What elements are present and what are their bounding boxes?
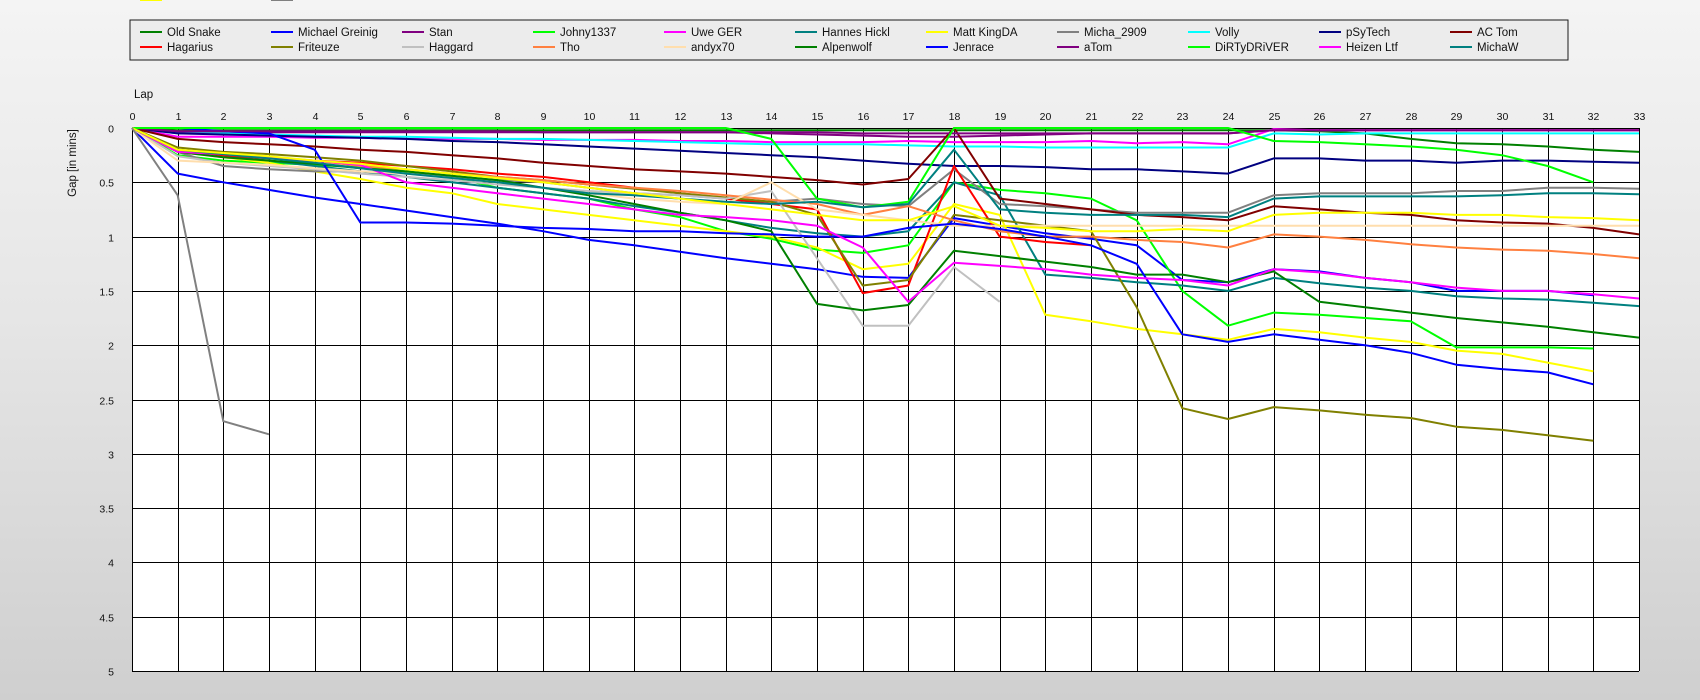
- x-tick-label: 7: [450, 111, 456, 123]
- y-tick-label: 3: [108, 450, 114, 462]
- x-tick-label: 10: [584, 111, 596, 123]
- legend-label-haggard: Haggard: [429, 42, 473, 54]
- x-axis-title: Lap: [134, 89, 153, 101]
- x-tick-label: 20: [1040, 111, 1052, 123]
- y-tick-label: 5: [108, 667, 114, 679]
- x-tick-label: 17: [903, 111, 915, 123]
- x-tick-label: 21: [1086, 111, 1098, 123]
- legend-label-matt-kingda: Matt KingDA: [953, 27, 1018, 39]
- x-tick-label: 16: [858, 111, 870, 123]
- x-tick-labels: 0 1 2 3 4 5 6 7 8 9 10 11 12 13 14 15 16 17 18 19 20 21 22 23 24…: [130, 111, 1646, 123]
- y-axis-title: Gap [in mins]: [67, 129, 79, 197]
- x-tick-label: 29: [1451, 111, 1463, 123]
- legend-label-hannes-hickl: Hannes Hickl: [822, 27, 890, 39]
- x-tick-label: 8: [495, 111, 501, 123]
- legend-label-tho: Tho: [560, 42, 580, 54]
- y-tick-label: 4.5: [99, 613, 114, 625]
- x-tick-label: 23: [1177, 111, 1189, 123]
- legend-label-volly: Volly: [1215, 27, 1240, 39]
- y-tick-label: 4: [108, 558, 114, 570]
- x-tick-label: 9: [541, 111, 547, 123]
- x-tick-label: 14: [766, 111, 778, 123]
- x-tick-label: 25: [1269, 111, 1281, 123]
- legend-label-uwe-ger: Uwe GER: [691, 27, 742, 39]
- x-tick-label: 27: [1360, 111, 1372, 123]
- legend-label-micha-2909: Micha_2909: [1084, 27, 1147, 39]
- legend-label-hagarius: Hagarius: [167, 42, 213, 54]
- legend-label-dirtydriver: DiRTyDRiVER: [1215, 42, 1289, 54]
- legend-label-old-snake: Old Snake: [167, 27, 221, 39]
- legend-label-sascha-stemann: Sascha Stemann: [167, 0, 255, 3]
- x-tick-label: 32: [1588, 111, 1600, 123]
- legend-label-atom: aTom: [1084, 42, 1112, 54]
- legend-label-michaw: MichaW: [1477, 42, 1519, 54]
- x-tick-label: 13: [721, 111, 733, 123]
- legend-label-andyx70: andyx70: [691, 42, 734, 54]
- y-tick-label: 0: [108, 124, 114, 136]
- legend-label-johny1337: Johny1337: [560, 27, 616, 39]
- y-tick-labels: 0 0.5 1 1.5 2 2.5 3 3.5 4 4.5 5: [99, 124, 114, 679]
- legend-label-alpenwolf: Alpenwolf: [822, 42, 873, 54]
- legend-label-friteuze: Friteuze: [298, 42, 340, 54]
- y-tick-label: 1.5: [99, 287, 114, 299]
- x-tick-label: 28: [1406, 111, 1418, 123]
- x-tick-label: 18: [949, 111, 961, 123]
- x-tick-label: 3: [267, 111, 273, 123]
- y-tick-label: 2.5: [99, 396, 114, 408]
- y-tick-label: 2: [108, 341, 114, 353]
- y-tick-label: 3.5: [99, 504, 114, 516]
- y-tick-label: 1: [108, 233, 114, 245]
- x-tick-label: 30: [1497, 111, 1509, 123]
- x-tick-label: 11: [629, 111, 640, 123]
- legend-box: [129, 19, 1569, 61]
- x-tick-label: 6: [404, 111, 410, 123]
- x-tick-label: 33: [1634, 111, 1646, 123]
- plot-background: [132, 128, 1639, 671]
- legend-label-h4usme-ster: h4usme!ster: [298, 0, 361, 3]
- x-tick-label: 22: [1132, 111, 1144, 123]
- y-tick-label: 0.5: [99, 178, 114, 190]
- legend-label-psytech: pSyTech: [1346, 27, 1390, 39]
- x-tick-label: 12: [675, 111, 687, 123]
- legend-label-ac-tom: AC Tom: [1477, 27, 1518, 39]
- x-tick-label: 2: [221, 111, 227, 123]
- x-tick-label: 26: [1314, 111, 1326, 123]
- legend-label-michael-greinig: Michael Greinig: [298, 27, 378, 39]
- x-tick-label: 1: [176, 111, 182, 123]
- x-tick-label: 5: [358, 111, 364, 123]
- legend: Old Snake Michael Greinig Stan Johny1337 Uwe…: [129, 0, 1569, 61]
- lap-chart: Old Snake Michael Greinig Stan Johny1337 Uwe…: [67, 0, 1646, 679]
- x-tick-label: 31: [1543, 111, 1555, 123]
- x-tick-label: 0: [130, 111, 136, 123]
- x-tick-label: 15: [812, 111, 824, 123]
- x-tick-label: 24: [1223, 111, 1235, 123]
- x-tick-label: 19: [995, 111, 1007, 123]
- legend-label-stan: Stan: [429, 27, 453, 39]
- x-tick-label: 4: [313, 111, 319, 123]
- legend-label-heizen-ltf: Heizen Ltf: [1346, 42, 1399, 54]
- legend-label-jenrace: Jenrace: [953, 42, 994, 54]
